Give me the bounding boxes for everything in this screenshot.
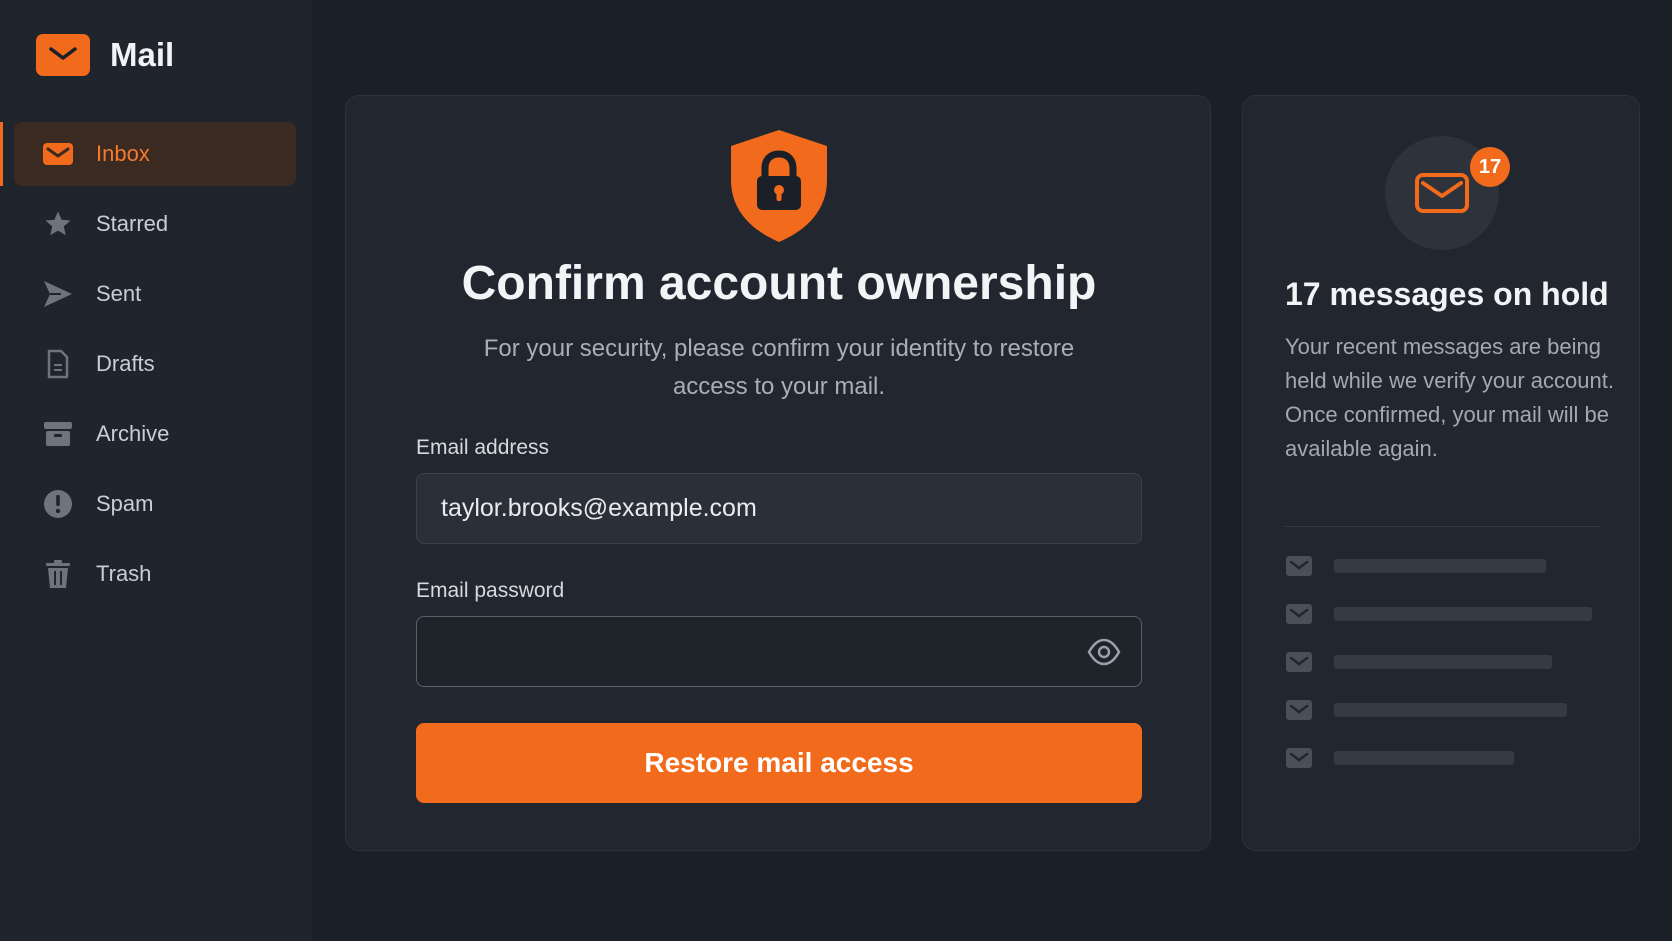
- sidebar-item-starred[interactable]: Starred: [14, 192, 296, 256]
- message-placeholder: [1334, 751, 1514, 765]
- active-indicator: [0, 122, 3, 186]
- archive-box-icon: [42, 418, 74, 450]
- app-name: Mail: [110, 36, 175, 73]
- held-messages-panel: 17 17 messages on hold Your recent messa…: [1242, 95, 1640, 851]
- mail-app: Mail Inbox Starred Sent Drafts Archive S…: [0, 0, 1672, 941]
- verification-card: Confirm account ownership For your secur…: [345, 95, 1211, 851]
- sidebar-item-label: Drafts: [96, 351, 155, 376]
- envelope-icon: [1285, 747, 1313, 769]
- message-count-badge: 17: [1470, 147, 1510, 187]
- envelope-icon: [1285, 699, 1313, 721]
- held-message-row: [1285, 747, 1514, 769]
- sidebar-item-label: Inbox: [96, 141, 150, 166]
- star-icon: [42, 208, 74, 240]
- document-icon: [42, 348, 74, 380]
- inbox-envelope-icon: [42, 138, 74, 170]
- sidebar-item-spam[interactable]: Spam: [14, 472, 296, 536]
- held-message-row: [1285, 555, 1546, 577]
- envelope-icon: [1285, 603, 1313, 625]
- held-message-row: [1285, 699, 1567, 721]
- brand[interactable]: Mail: [36, 34, 174, 76]
- held-message-row: [1285, 603, 1592, 625]
- message-placeholder: [1334, 703, 1567, 717]
- sidebar-item-label: Spam: [96, 491, 154, 516]
- sidebar-item-trash[interactable]: Trash: [14, 542, 296, 606]
- restore-access-button[interactable]: Restore mail access: [416, 723, 1142, 803]
- envelope-icon: [36, 34, 90, 76]
- sidebar-item-drafts[interactable]: Drafts: [14, 332, 296, 396]
- message-placeholder: [1334, 607, 1592, 621]
- envelope-icon: [1285, 555, 1313, 577]
- send-arrow-icon: [42, 278, 74, 310]
- password-label: Email password: [416, 579, 565, 602]
- held-message-row: [1285, 651, 1552, 673]
- email-label: Email address: [416, 436, 550, 459]
- password-field[interactable]: [416, 616, 1142, 687]
- sidebar-item-label: Sent: [96, 281, 142, 306]
- sidebar-item-archive[interactable]: Archive: [14, 402, 296, 466]
- sidebar-item-label: Archive: [96, 421, 170, 446]
- divider: [1285, 526, 1599, 527]
- message-placeholder: [1334, 559, 1546, 573]
- message-placeholder: [1334, 655, 1552, 669]
- panel-title: 17 messages on hold: [1285, 276, 1609, 312]
- envelope-icon: [1285, 651, 1313, 673]
- panel-description: Your recent messages are being held whil…: [1285, 334, 1614, 461]
- eye-icon[interactable]: [1087, 637, 1121, 672]
- trash-icon: [42, 558, 74, 590]
- page-subtitle: For your security, please confirm your i…: [483, 335, 1075, 400]
- email-input[interactable]: [441, 494, 1061, 523]
- exclamation-circle-icon: [42, 488, 74, 520]
- shield-lock-icon: [727, 128, 831, 249]
- sidebar-item-inbox[interactable]: Inbox: [0, 122, 296, 186]
- sidebar: Mail Inbox Starred Sent Drafts Archive S…: [0, 0, 312, 941]
- folder-nav: Inbox Starred Sent Drafts Archive Spam T…: [0, 122, 312, 612]
- email-field[interactable]: [416, 473, 1142, 544]
- sidebar-item-label: Trash: [96, 561, 152, 586]
- sidebar-item-sent[interactable]: Sent: [14, 262, 296, 326]
- page-title: Confirm account ownership: [461, 257, 1097, 310]
- sidebar-item-label: Starred: [96, 211, 169, 236]
- password-input[interactable]: [441, 637, 1061, 666]
